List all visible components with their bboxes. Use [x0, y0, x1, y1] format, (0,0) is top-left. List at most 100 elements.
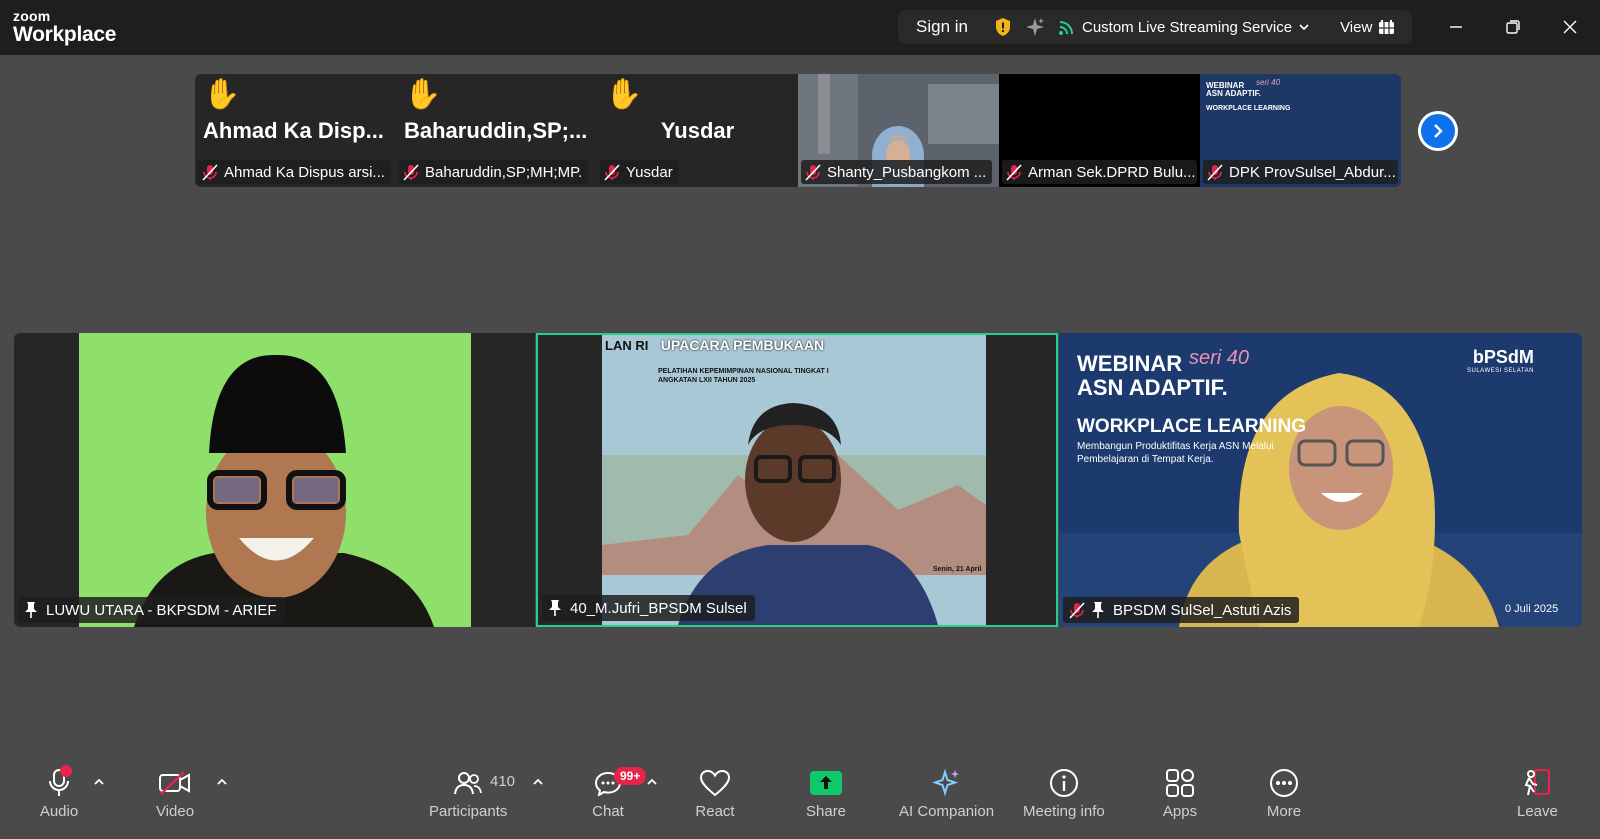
share-label: Share: [806, 803, 847, 820]
participant-name: Ahmad Ka Dispus arsi...: [224, 163, 385, 181]
heart-icon: [699, 769, 731, 797]
mic-muted-icon: [403, 163, 419, 181]
share-button[interactable]: Share: [806, 765, 846, 820]
participant-name: LUWU UTARA - BKPSDM - ARIEF: [46, 601, 277, 619]
participant-video: [79, 333, 471, 627]
participant-name: Shanty_Pusbangkom ...: [827, 163, 987, 181]
brand-workplace: Workplace: [13, 23, 117, 46]
mic-muted-icon: [202, 163, 218, 181]
audio-alert-badge: [60, 765, 72, 777]
ai-sparkle-icon: [931, 768, 959, 797]
view-button[interactable]: View: [1340, 19, 1372, 36]
audio-icon-wrap: [39, 765, 79, 801]
top-controls: Sign in Custom Live Streaming Service Vi…: [898, 10, 1412, 44]
participant-thumb[interactable]: ✋ Ahmad Ka Disp... Ahmad Ka Dispus arsi.…: [195, 74, 396, 187]
raised-hand-icon: ✋: [404, 78, 442, 111]
participant-name-tag: BPSDM SulSel_Astuti Azis: [1063, 597, 1300, 623]
pin-icon: [549, 600, 561, 616]
bpsdm-logo-text: bPSdM: [1472, 347, 1534, 367]
next-page-button[interactable]: [1418, 111, 1458, 151]
raised-hand-icon: ✋: [605, 78, 643, 111]
backdrop-org: LAN RI: [605, 338, 649, 353]
participants-label: Participants: [429, 803, 508, 820]
backdrop-title: UPACARA PEMBUKAAN: [660, 337, 825, 353]
participant-name-tag: Yusdar: [600, 160, 679, 184]
backdrop-desc2: Pembelajaran di Tempat Kerja.: [1077, 454, 1214, 465]
participants-options-caret[interactable]: [531, 775, 545, 789]
more-label: More: [1266, 803, 1302, 820]
video-tile[interactable]: WEBINAR ASN ADAPTIF. WORKPLACE LEARNING …: [1059, 333, 1582, 627]
chevron-down-icon[interactable]: [1298, 21, 1310, 33]
ai-companion-label: AI Companion: [899, 803, 995, 820]
participant-thumb[interactable]: ✋ Baharuddin,SP;... Baharuddin,SP;MH;MP.: [396, 74, 597, 187]
backdrop-subtitle: ASN ADAPTIF.: [1077, 375, 1228, 400]
brand-zoom: zoom: [13, 8, 51, 24]
participant-thumb[interactable]: WEBINAR ASN ADAPTIF. WORKPLACE LEARNING …: [1200, 74, 1401, 187]
close-icon: [1563, 20, 1577, 34]
participant-name: Yusdar: [626, 163, 673, 181]
raised-hand-icon: ✋: [203, 78, 241, 111]
video-icon-wrap: [155, 765, 195, 801]
participants-count: 410: [490, 773, 516, 790]
video-options-caret[interactable]: [215, 775, 229, 789]
participant-thumb[interactable]: Arman Sek.DPRD Bulu...: [999, 74, 1200, 187]
participant-name-tag: Baharuddin,SP;MH;MP.: [399, 160, 589, 184]
app-logo: zoom Workplace: [13, 9, 116, 45]
live-stream-label[interactable]: Custom Live Streaming Service: [1082, 19, 1292, 36]
participant-name-tag: DPK ProvSulsel_Abdur...: [1203, 160, 1398, 184]
react-button[interactable]: React: [695, 765, 735, 820]
ai-companion-button[interactable]: AI Companion: [899, 765, 994, 820]
video-off-icon: [159, 771, 190, 795]
minimize-button[interactable]: [1443, 14, 1469, 40]
share-screen-icon: [810, 771, 843, 795]
participant-display-name: Yusdar: [660, 118, 735, 143]
slide-series: seri 40: [1256, 78, 1281, 87]
participant-name: Arman Sek.DPRD Bulu...: [1028, 163, 1196, 181]
participant-display-name: Ahmad Ka Disp...: [203, 118, 384, 143]
chevron-right-icon: [1434, 124, 1443, 138]
sparkle-icon[interactable]: [1024, 16, 1046, 38]
react-label: React: [695, 803, 735, 820]
participant-thumb[interactable]: ✋ Yusdar Yusdar: [597, 74, 798, 187]
audio-options-caret[interactable]: [92, 775, 106, 789]
participant-strip: ✋ Ahmad Ka Disp... Ahmad Ka Dispus arsi.…: [195, 74, 1401, 187]
video-tile[interactable]: LUWU UTARA - BKPSDM - ARIEF: [14, 333, 535, 627]
participant-name-tag: Arman Sek.DPRD Bulu...: [1002, 160, 1197, 184]
leave-button[interactable]: Leave: [1517, 765, 1558, 820]
meeting-toolbar: Audio Video Participants 410 Chat 99+ Re…: [0, 765, 1600, 839]
apps-icon-wrap: [1160, 765, 1200, 801]
backdrop-sub1: PELATIHAN KEPEMIMPINAN NASIONAL TINGKAT …: [658, 368, 829, 375]
mic-muted-icon: [1069, 601, 1085, 619]
participant-name-tag: LUWU UTARA - BKPSDM - ARIEF: [18, 597, 285, 623]
participant-thumb[interactable]: Shanty_Pusbangkom ...: [798, 74, 999, 187]
sign-in-button[interactable]: Sign in: [916, 17, 968, 37]
grid-view-icon[interactable]: [1379, 19, 1395, 35]
leave-icon-wrap: [1517, 765, 1557, 801]
video-tile-active-speaker[interactable]: LAN RI UPACARA PEMBUKAAN PELATIHAN KEPEM…: [536, 333, 1058, 627]
chat-unread-badge: 99+: [614, 767, 647, 785]
backdrop-banner: LAN RI UPACARA PEMBUKAAN: [605, 337, 824, 355]
mic-muted-icon: [1006, 163, 1022, 181]
participant-name-tag: 40_M.Jufri_BPSDM Sulsel: [542, 595, 755, 621]
close-button[interactable]: [1557, 14, 1583, 40]
apps-button[interactable]: Apps: [1160, 765, 1200, 820]
shield-icon[interactable]: [994, 17, 1012, 37]
apps-icon: [1166, 769, 1194, 797]
mic-muted-icon: [805, 163, 821, 181]
backdrop-date: Senin, 21 April: [933, 566, 982, 573]
chat-options-caret[interactable]: [645, 775, 659, 789]
participant-name: DPK ProvSulsel_Abdur...: [1229, 163, 1396, 181]
meeting-info-button[interactable]: Meeting info: [1023, 765, 1105, 820]
more-button[interactable]: More: [1264, 765, 1304, 820]
apps-label: Apps: [1162, 803, 1198, 820]
pin-icon: [25, 602, 37, 618]
next-page-circle: [1421, 114, 1455, 148]
video-button[interactable]: Video: [155, 765, 195, 820]
restore-button[interactable]: [1500, 14, 1526, 40]
backdrop-heading: WORKPLACE LEARNING: [1077, 416, 1307, 437]
mic-muted-icon: [1207, 163, 1223, 181]
audio-button[interactable]: Audio: [39, 765, 79, 820]
slide-subtitle: ASN ADAPTIF.: [1206, 89, 1261, 99]
backdrop-desc1: Membangun Produktifitas Kerja ASN Melalu…: [1077, 441, 1274, 452]
minimize-icon: [1450, 26, 1462, 28]
